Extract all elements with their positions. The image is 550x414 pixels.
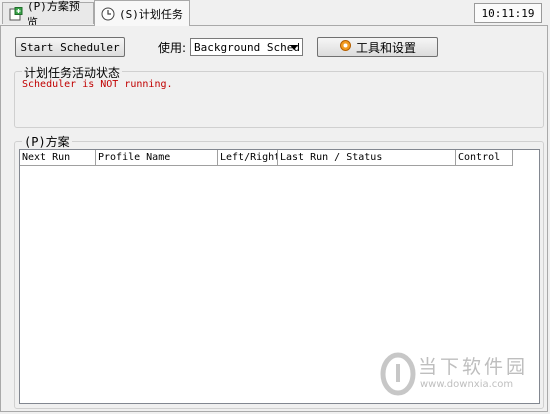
tools-settings-button[interactable]: 工具和设置 <box>317 37 438 57</box>
gear-icon <box>339 39 352 55</box>
column-header-last-run-status[interactable]: Last Run / Status <box>278 150 456 166</box>
profiles-title: (P)方案 <box>22 133 72 150</box>
scheduler-select[interactable]: Background Sched <box>190 38 303 56</box>
watermark-title: 当下软件园 <box>418 356 529 378</box>
tab-scheduled-tasks[interactable]: (S)计划任务 <box>94 0 190 26</box>
start-scheduler-button[interactable]: Start Scheduler <box>15 37 125 57</box>
scheduler-select-value: Background Sched <box>194 40 300 54</box>
tab-profile-preview[interactable]: (P)方案预览 <box>2 0 94 29</box>
column-header-control[interactable]: Control <box>456 150 513 166</box>
clock-icon <box>101 7 115 21</box>
watermark: 当下软件园 www.downxia.com <box>378 350 530 400</box>
column-header-next-run[interactable]: Next Run <box>20 150 96 166</box>
column-header-left-right-fold[interactable]: Left/Right Fold <box>218 150 278 166</box>
column-header-profile-name[interactable]: Profile Name <box>96 150 218 166</box>
use-label: 使用: <box>158 41 187 55</box>
profiles-table-header: Next Run Profile Name Left/Right Fold La… <box>20 150 513 166</box>
scheduler-status-text: Scheduler is NOT running. <box>22 79 173 90</box>
clock-display: 10:11:19 <box>474 3 542 23</box>
tab-strip: (P)方案预览 (S)计划任务 10:11:19 <box>0 0 550 29</box>
chevron-down-icon <box>290 45 298 50</box>
tools-settings-label: 工具和设置 <box>355 40 416 55</box>
profile-preview-icon <box>9 6 23 21</box>
watermark-url: www.downxia.com <box>420 379 514 390</box>
tab-label: (S)计划任务 <box>119 7 183 21</box>
